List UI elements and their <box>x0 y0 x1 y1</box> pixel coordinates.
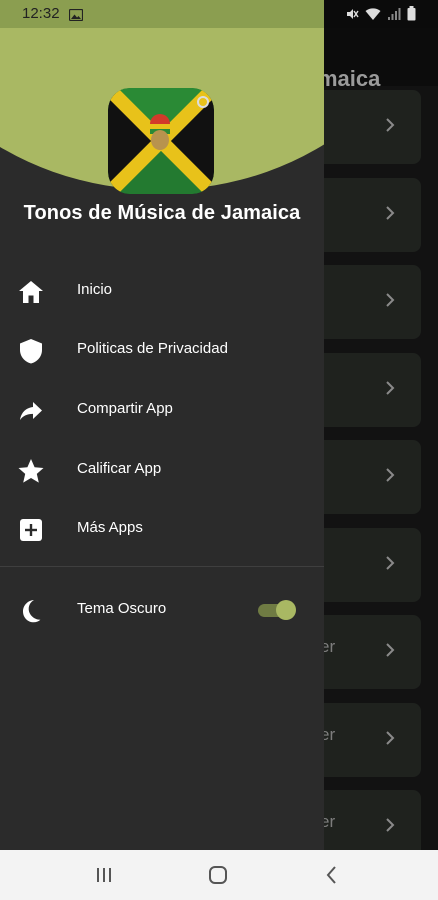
menu-item-label: Politicas de Privacidad <box>77 340 228 357</box>
menu-item-rate[interactable]: Calificar App <box>0 441 324 499</box>
recent-apps-button[interactable] <box>92 864 116 886</box>
dark-theme-toggle[interactable] <box>256 600 296 620</box>
status-time: 12:32 <box>22 5 60 22</box>
menu-divider <box>0 566 324 567</box>
menu-item-privacy[interactable]: Politicas de Privacidad <box>0 321 324 379</box>
chevron-right-icon <box>381 116 399 134</box>
navigation-drawer: Tonos de Música de Jamaica Inicio Politi… <box>0 0 324 850</box>
home-button[interactable] <box>206 864 230 886</box>
app-logo <box>108 88 214 194</box>
dark-theme-label: Tema Oscuro <box>77 600 167 617</box>
back-button[interactable] <box>320 864 344 886</box>
add-box-icon <box>16 515 46 545</box>
menu-item-inicio[interactable]: Inicio <box>0 262 324 320</box>
chevron-right-icon <box>381 204 399 222</box>
chevron-right-icon <box>381 466 399 484</box>
chevron-right-icon <box>381 379 399 397</box>
menu-item-more-apps[interactable]: Más Apps <box>0 500 324 558</box>
share-icon <box>16 396 46 426</box>
mute-icon <box>345 7 359 26</box>
chevron-right-icon <box>381 641 399 659</box>
menu-item-label: Compartir App <box>77 400 173 417</box>
gallery-notification-icon <box>68 8 84 26</box>
chevron-right-icon <box>381 729 399 747</box>
menu-item-label: Inicio <box>77 281 113 298</box>
moon-icon <box>16 596 46 626</box>
signal-icon <box>387 7 401 26</box>
menu-item-label: Más Apps <box>77 519 143 536</box>
menu-item-label: Calificar App <box>77 460 162 477</box>
background-title: maica <box>318 66 381 91</box>
system-navigation-bar <box>0 850 438 900</box>
battery-icon <box>407 6 416 26</box>
chevron-right-icon <box>381 291 399 309</box>
chevron-right-icon <box>381 554 399 572</box>
app-title: Tonos de Música de Jamaica <box>23 202 301 224</box>
shield-icon <box>16 336 46 366</box>
home-icon <box>16 277 46 307</box>
chevron-right-icon <box>381 816 399 834</box>
toggle-thumb <box>276 600 296 620</box>
wifi-icon <box>365 7 381 26</box>
status-bar: 12:32 <box>0 0 438 28</box>
star-icon <box>16 456 46 486</box>
menu-item-share[interactable]: Compartir App <box>0 381 324 439</box>
